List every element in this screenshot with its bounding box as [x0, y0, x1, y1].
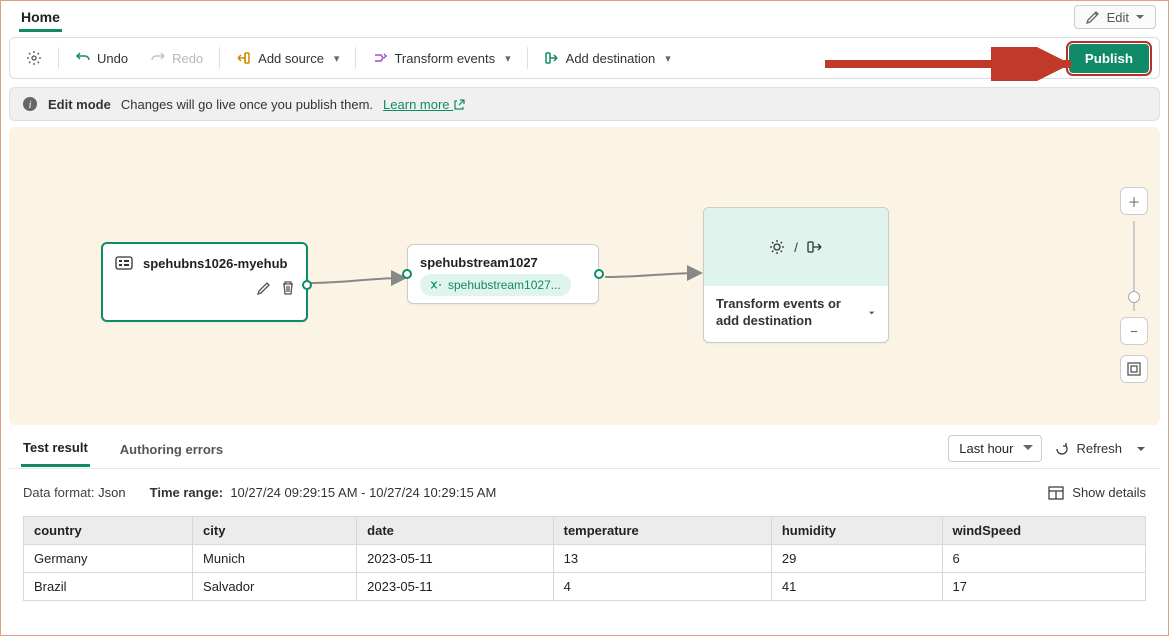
port-in[interactable]: [402, 269, 412, 279]
table-cell: 2023-05-11: [357, 545, 553, 573]
transform-icon: [372, 50, 388, 66]
port-out[interactable]: [302, 280, 312, 290]
zoom-slider[interactable]: [1133, 221, 1135, 311]
gear-icon: [26, 50, 42, 66]
add-destination-button[interactable]: Add destination ▾: [534, 44, 681, 72]
node-destination-title: Transform events or add destination: [716, 296, 867, 330]
zoom-in-button[interactable]: ＋: [1120, 187, 1148, 215]
results-table: countrycitydatetemperaturehumiditywindSp…: [23, 516, 1146, 601]
eventhub-icon: [115, 254, 133, 272]
chevron-down-icon: ▾: [505, 52, 511, 65]
table-cell: 13: [553, 545, 771, 573]
table-cell: 29: [771, 545, 942, 573]
table-header[interactable]: temperature: [553, 517, 771, 545]
learn-more-link[interactable]: Learn more: [383, 97, 465, 112]
undo-label: Undo: [97, 51, 128, 66]
add-destination-label: Add destination: [566, 51, 656, 66]
table-header[interactable]: country: [24, 517, 193, 545]
tab-home[interactable]: Home: [19, 3, 62, 32]
table-row[interactable]: GermanyMunich2023-05-1113296: [24, 545, 1146, 573]
show-details-button[interactable]: Show details: [1048, 485, 1146, 500]
time-range-label: Time range:: [150, 485, 223, 500]
zoom-controls: ＋ −: [1120, 187, 1148, 383]
publish-button[interactable]: Publish: [1069, 44, 1149, 73]
undo-icon: [75, 50, 91, 66]
table-header[interactable]: windSpeed: [942, 517, 1146, 545]
zoom-fit-button[interactable]: [1120, 355, 1148, 383]
table-cell: 2023-05-11: [357, 573, 553, 601]
pipeline-canvas[interactable]: spehubns1026-myehub spehubstream1027 spe…: [9, 127, 1160, 425]
data-format-value: Json: [98, 485, 125, 500]
chevron-down-icon[interactable]: [867, 306, 876, 320]
results-panel: Test result Authoring errors Last hour R…: [9, 429, 1160, 601]
table-cell: 6: [942, 545, 1146, 573]
pencil-icon: [1085, 9, 1101, 25]
refresh-button[interactable]: Refresh: [1054, 441, 1122, 457]
table-row[interactable]: BrazilSalvador2023-05-1144117: [24, 573, 1146, 601]
edit-button[interactable]: Edit: [1074, 5, 1156, 29]
tab-test-result[interactable]: Test result: [21, 430, 90, 467]
transform-gear-icon: [768, 238, 786, 256]
table-header[interactable]: humidity: [771, 517, 942, 545]
node-source[interactable]: spehubns1026-myehub: [101, 242, 308, 322]
external-link-icon: [453, 99, 465, 111]
chevron-down-icon[interactable]: [1134, 442, 1148, 456]
stream-chip: spehubstream1027...: [420, 274, 571, 296]
table-cell: Germany: [24, 545, 193, 573]
transform-events-button[interactable]: Transform events ▾: [362, 44, 520, 72]
edit-mode-text: Changes will go live once you publish th…: [121, 97, 373, 112]
pencil-icon[interactable]: [256, 280, 272, 296]
table-cell: 41: [771, 573, 942, 601]
undo-button[interactable]: Undo: [65, 44, 138, 72]
add-source-label: Add source: [258, 51, 324, 66]
toolbar: Undo Redo Add source ▾ Transform events …: [9, 37, 1160, 79]
time-range-select[interactable]: Last hour: [948, 435, 1042, 462]
redo-button: Redo: [140, 44, 213, 72]
refresh-icon: [1054, 441, 1070, 457]
edit-label: Edit: [1107, 10, 1129, 25]
tab-authoring-errors[interactable]: Authoring errors: [118, 432, 225, 466]
info-icon: i: [22, 96, 38, 112]
time-range-value: 10/27/24 09:29:15 AM - 10/27/24 10:29:15…: [230, 485, 496, 500]
stream-icon: [430, 279, 442, 291]
table-header[interactable]: city: [193, 517, 357, 545]
source-in-icon: [236, 50, 252, 66]
settings-button[interactable]: [16, 44, 52, 72]
transform-label: Transform events: [394, 51, 495, 66]
node-source-title: spehubns1026-myehub: [143, 256, 288, 271]
chevron-down-icon: ▾: [665, 52, 671, 65]
trash-icon[interactable]: [280, 280, 296, 296]
node-destination-placeholder[interactable]: / Transform events or add destination: [703, 207, 889, 343]
table-header[interactable]: date: [357, 517, 553, 545]
table-cell: Salvador: [193, 573, 357, 601]
chevron-down-icon: [1135, 12, 1145, 22]
redo-label: Redo: [172, 51, 203, 66]
table-cell: 4: [553, 573, 771, 601]
node-stream[interactable]: spehubstream1027 spehubstream1027...: [407, 244, 599, 304]
fit-icon: [1127, 362, 1141, 376]
table-cell: Brazil: [24, 573, 193, 601]
node-stream-title: spehubstream1027: [420, 255, 538, 270]
svg-text:i: i: [28, 99, 31, 111]
edit-mode-label: Edit mode: [48, 97, 111, 112]
chevron-down-icon: ▾: [334, 52, 340, 65]
details-icon: [1048, 486, 1064, 500]
destination-out-icon: [544, 50, 560, 66]
table-cell: Munich: [193, 545, 357, 573]
info-bar: i Edit mode Changes will go live once yo…: [9, 87, 1160, 121]
table-cell: 17: [942, 573, 1146, 601]
data-format-label: Data format:: [23, 485, 95, 500]
add-source-button[interactable]: Add source ▾: [226, 44, 349, 72]
port-out[interactable]: [594, 269, 604, 279]
destination-out-icon: [806, 238, 824, 256]
zoom-out-button[interactable]: −: [1120, 317, 1148, 345]
redo-icon: [150, 50, 166, 66]
